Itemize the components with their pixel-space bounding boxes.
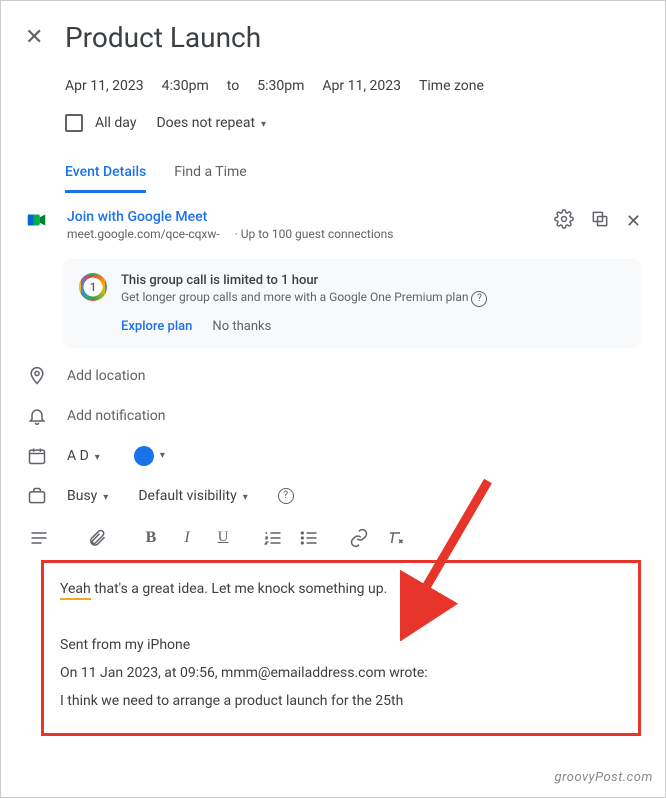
underline-button[interactable]: U	[209, 526, 237, 550]
description-textarea[interactable]: Yeah that's a great idea. Let me knock s…	[41, 560, 641, 736]
meet-copy-icon[interactable]	[590, 209, 610, 233]
visibility-help-icon[interactable]: ?	[278, 488, 294, 504]
tab-event-details[interactable]: Event Details	[65, 164, 146, 193]
calendar-icon	[25, 446, 49, 466]
clear-formatting-button[interactable]	[381, 526, 409, 550]
event-title[interactable]: Product Launch	[65, 21, 261, 54]
add-location-button[interactable]: Add location	[67, 368, 145, 384]
meet-remove-icon[interactable]: ✕	[626, 211, 641, 232]
promo-help-icon[interactable]: ?	[471, 291, 487, 307]
allday-label: All day	[95, 115, 136, 131]
description-icon	[25, 526, 53, 550]
desc-quote-body: I think we need to arrange a product lau…	[60, 687, 622, 715]
start-date[interactable]: Apr 11, 2023	[65, 78, 144, 94]
end-date[interactable]: Apr 11, 2023	[322, 78, 401, 94]
availability-dropdown[interactable]: Busy	[67, 488, 108, 504]
close-icon[interactable]: ✕	[25, 25, 49, 50]
attachment-icon[interactable]	[83, 526, 111, 550]
google-one-icon: 1	[79, 273, 107, 301]
meet-icon	[25, 209, 49, 231]
description-toolbar: B I U	[1, 516, 665, 560]
meet-guest-limit: · Up to 100 guest connections	[235, 227, 394, 241]
start-time[interactable]: 4:30pm	[162, 78, 209, 94]
location-icon	[25, 366, 49, 386]
briefcase-icon	[25, 486, 49, 506]
desc-yeah: Yeah	[60, 581, 91, 600]
recurrence-dropdown[interactable]: Does not repeat	[156, 115, 266, 131]
link-button[interactable]	[345, 526, 373, 550]
to-label: to	[227, 78, 239, 94]
italic-button[interactable]: I	[173, 526, 201, 550]
end-time[interactable]: 5:30pm	[257, 78, 304, 94]
allday-checkbox[interactable]	[65, 114, 83, 132]
desc-sent-from: Sent from my iPhone	[60, 631, 622, 659]
desc-quote-header: On 11 Jan 2023, at 09:56, mmm@emailaddre…	[60, 659, 622, 687]
meet-link: meet.google.com/qce-cqxw-	[67, 227, 220, 241]
notification-icon	[25, 406, 49, 426]
visibility-dropdown[interactable]: Default visibility	[138, 488, 247, 504]
promo-subtitle: Get longer group calls and more with a G…	[121, 290, 469, 304]
desc-line1: that's a great idea. Let me knock someth…	[91, 581, 388, 597]
bold-button[interactable]: B	[137, 526, 165, 550]
explore-plan-button[interactable]: Explore plan	[121, 319, 192, 334]
meet-settings-icon[interactable]	[554, 209, 574, 233]
timezone-button[interactable]: Time zone	[419, 78, 484, 94]
calendar-color-dropdown[interactable]: ▾	[134, 446, 165, 466]
tab-find-a-time[interactable]: Find a Time	[174, 164, 247, 193]
no-thanks-button[interactable]: No thanks	[212, 319, 271, 334]
color-swatch	[134, 446, 154, 466]
add-notification-button[interactable]: Add notification	[67, 408, 166, 424]
google-one-promo: 1 This group call is limited to 1 hour G…	[63, 259, 641, 348]
promo-title: This group call is limited to 1 hour	[121, 273, 625, 288]
calendar-owner-dropdown[interactable]: A D	[67, 448, 100, 464]
watermark: groovyPost.com	[555, 770, 653, 785]
bullet-list-button[interactable]	[295, 526, 323, 550]
numbered-list-button[interactable]	[259, 526, 287, 550]
join-meet-button[interactable]: Join with Google Meet	[67, 209, 536, 225]
datetime-row: Apr 11, 2023 4:30pm to 5:30pm Apr 11, 20…	[1, 70, 665, 102]
